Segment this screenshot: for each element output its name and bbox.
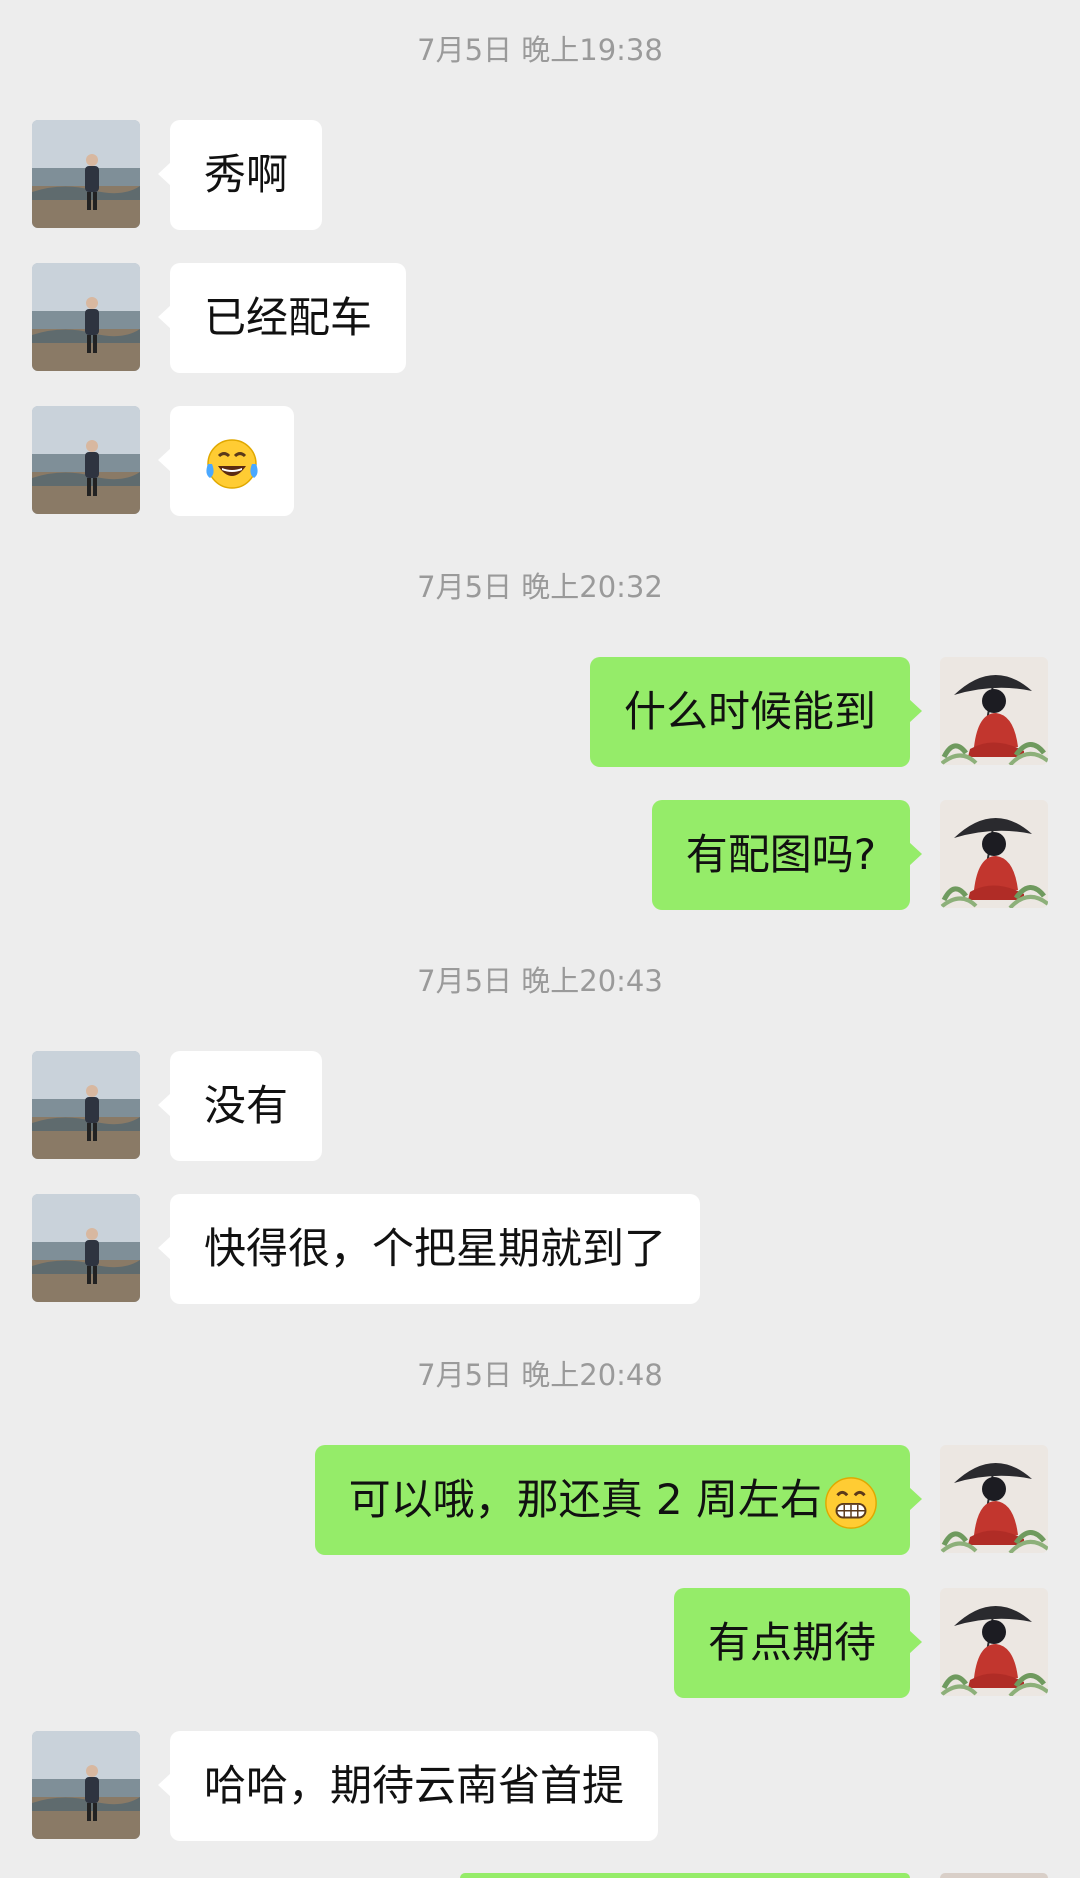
self-avatar[interactable] <box>940 1588 1048 1696</box>
message-bubble-incoming[interactable] <box>158 406 294 516</box>
message-bubble-outgoing[interactable]: 可以哦，那还真 2 周左右 <box>314 1445 923 1555</box>
message-bubble-incoming[interactable]: 已经配车 <box>157 263 407 373</box>
self-avatar[interactable] <box>940 800 1048 908</box>
contact-avatar[interactable] <box>32 1731 140 1839</box>
self-avatar-image <box>940 1588 1048 1696</box>
message-bubble-incoming[interactable]: 快得很，个把星期就到了 <box>157 1194 701 1304</box>
contact-avatar[interactable] <box>32 1051 140 1159</box>
message-text: 可以哦，那还真 2 周左右 <box>348 1475 822 1524</box>
contact-avatar-image <box>32 406 140 514</box>
self-avatar[interactable] <box>940 1445 1048 1553</box>
self-avatar-image <box>940 1445 1048 1553</box>
timestamp: 7月5日 晚上20:48 <box>417 1358 663 1392</box>
self-avatar-partial[interactable] <box>940 1873 1048 1878</box>
message-bubble-outgoing[interactable]: 什么时候能到 <box>589 657 923 767</box>
contact-avatar[interactable] <box>32 120 140 228</box>
contact-avatar-image <box>32 1731 140 1839</box>
self-avatar-image <box>940 800 1048 908</box>
timestamp: 7月5日 晚上19:38 <box>417 33 663 67</box>
chat-message-list[interactable]: 7月5日 晚上19:38 秀啊 已经配车 7月5日 晚上20:32 什么时候能到… <box>0 0 1080 1878</box>
contact-avatar-image <box>32 263 140 371</box>
self-avatar-image <box>940 657 1048 765</box>
message-bubble-incoming[interactable]: 哈哈，期待云南省首提 <box>157 1731 659 1841</box>
message-bubble-outgoing[interactable]: 有配图吗? <box>651 800 923 910</box>
contact-avatar-image <box>32 1194 140 1302</box>
self-avatar[interactable] <box>940 657 1048 765</box>
message-bubble-outgoing[interactable]: 有点期待 <box>673 1588 923 1698</box>
grinning-face-emoji-icon <box>822 1474 880 1532</box>
contact-avatar[interactable] <box>32 406 140 514</box>
tears-of-joy-emoji-icon <box>202 434 262 494</box>
message-bubble-incoming[interactable]: 秀啊 <box>157 120 323 230</box>
timestamp: 7月5日 晚上20:32 <box>417 570 663 604</box>
contact-avatar-image <box>32 1051 140 1159</box>
message-bubble-outgoing-partial[interactable] <box>460 1873 910 1878</box>
contact-avatar-image <box>32 120 140 228</box>
contact-avatar[interactable] <box>32 263 140 371</box>
message-bubble-incoming[interactable]: 没有 <box>157 1051 323 1161</box>
timestamp: 7月5日 晚上20:43 <box>417 964 663 998</box>
contact-avatar[interactable] <box>32 1194 140 1302</box>
